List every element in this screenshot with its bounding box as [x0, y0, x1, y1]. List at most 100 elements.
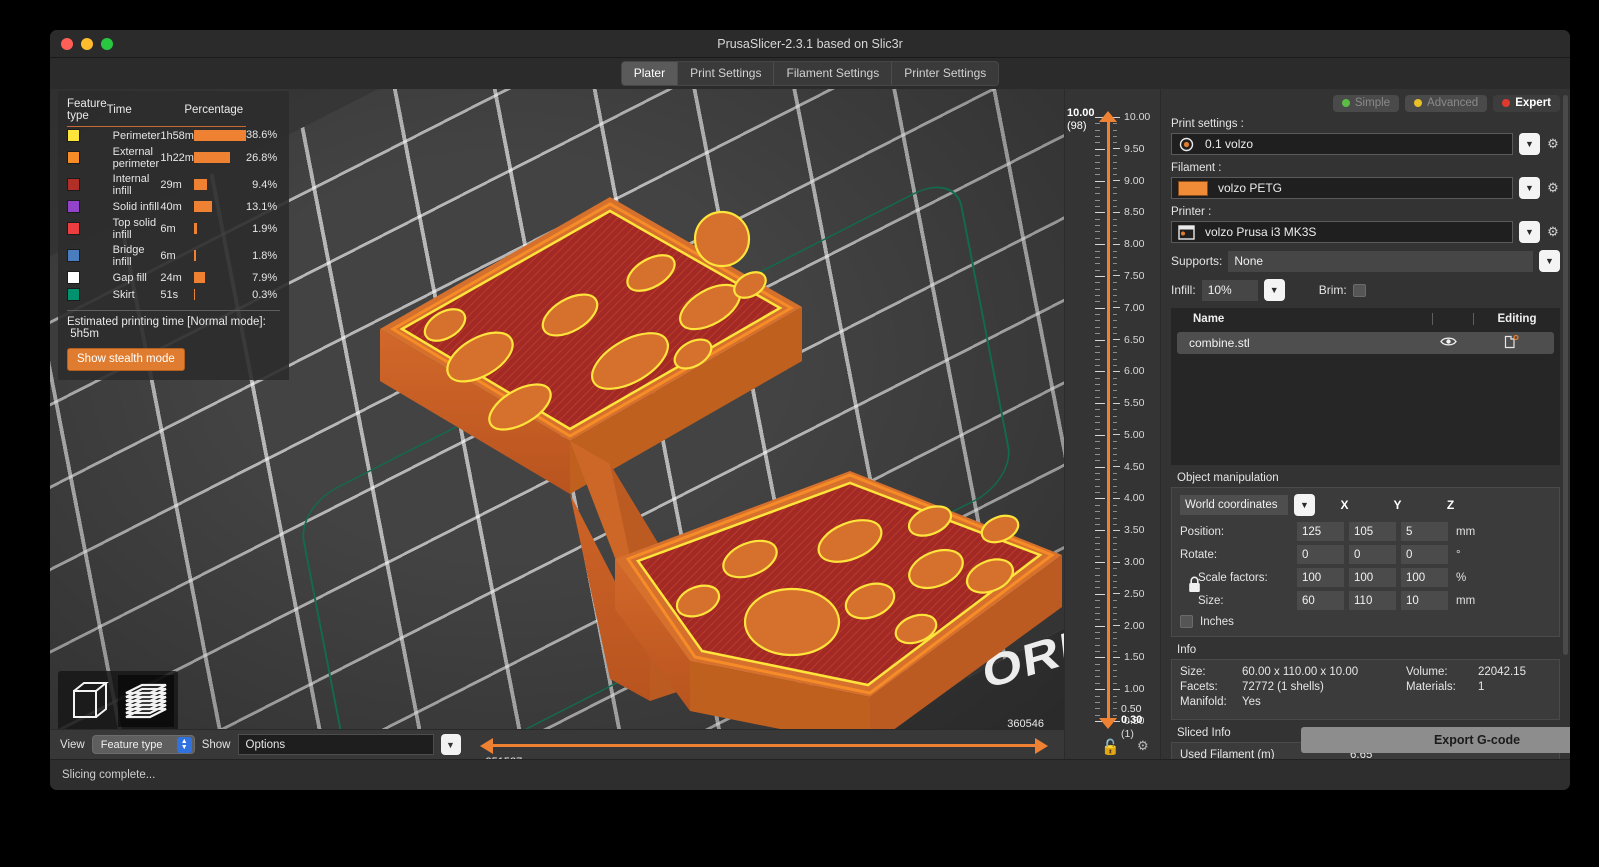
layer-slider-minor-tick	[1095, 256, 1100, 258]
scale-z-input[interactable]: 100	[1401, 568, 1448, 587]
layer-slider-minor-tick-right	[1113, 631, 1117, 633]
layer-slider-major-tick	[1095, 593, 1105, 595]
info-manifold-row: Manifold: Yes	[1180, 696, 1551, 708]
layer-slider-minor-tick-right	[1113, 473, 1117, 475]
scale-y-input[interactable]: 100	[1349, 568, 1396, 587]
legend-feature-time: 51s	[160, 288, 179, 301]
mode-advanced-button[interactable]: Advanced	[1405, 95, 1488, 112]
view-mode-toolbar[interactable]	[58, 671, 178, 731]
layer-slider-minor-tick	[1095, 231, 1100, 233]
window-controls[interactable]	[50, 37, 113, 50]
layer-slider-upper-handle[interactable]	[1099, 111, 1117, 122]
filament-select[interactable]: volzo PETG	[1171, 177, 1513, 199]
layer-tick-dash	[1113, 402, 1120, 404]
print-settings-dropdown-button[interactable]: ▼	[1519, 133, 1540, 155]
layer-slider-bottom-value: 0.30	[1121, 714, 1143, 726]
brim-checkbox[interactable]	[1352, 283, 1366, 297]
legend-swatch-cell	[67, 171, 107, 198]
layer-slider-minor-tick-right	[1113, 701, 1117, 703]
object-list-header-name: Name	[1193, 312, 1225, 325]
minimize-window-button[interactable]	[81, 37, 93, 50]
rotate-z-input[interactable]: 0	[1401, 545, 1448, 564]
size-z-input[interactable]: 10	[1401, 591, 1448, 610]
layer-slider-major-tick	[1095, 244, 1105, 246]
printer-label: Printer :	[1171, 206, 1212, 218]
position-x-input[interactable]: 125	[1297, 522, 1344, 541]
layer-slider-tick: 8.50	[1113, 206, 1144, 218]
infill-select[interactable]: 10%	[1201, 279, 1258, 301]
rotate-x-input[interactable]: 0	[1297, 545, 1344, 564]
layer-slider-minor-tick	[1095, 708, 1100, 710]
coordinate-system-dropdown-button[interactable]: ▼	[1294, 494, 1315, 516]
layer-slider-minor-tick	[1095, 206, 1100, 207]
object-list-row[interactable]: combine.stl	[1177, 332, 1554, 354]
supports-dropdown-button[interactable]: ▼	[1539, 250, 1560, 272]
info-size-row: Size: 60.00 x 110.00 x 10.00 Volume: 220…	[1180, 666, 1551, 678]
filament-gear-icon[interactable]: ⚙	[1546, 180, 1560, 196]
tab-filament-settings[interactable]: Filament Settings	[774, 62, 893, 85]
print-settings-value: 0.1 volzo	[1205, 137, 1254, 151]
object-manipulation-title: Object manipulation	[1177, 472, 1279, 484]
estimated-time-label: Estimated printing time [Normal mode]:	[67, 316, 266, 328]
tab-plater[interactable]: Plater	[621, 62, 679, 85]
export-gcode-button[interactable]: Export G-code	[1301, 727, 1570, 753]
printer-dropdown-button[interactable]: ▼	[1519, 221, 1540, 243]
chevron-updown-icon[interactable]: ▲ ▼	[176, 736, 192, 753]
layer-slider-tick: 6.50	[1113, 334, 1144, 346]
layer-slider-minor-tick-right	[1113, 218, 1117, 220]
object-list[interactable]: combine.stl	[1171, 329, 1560, 465]
layer-slider-rail[interactable]	[1107, 117, 1110, 721]
lock-closed-icon[interactable]	[1188, 576, 1201, 598]
layer-slider-tick: 5.00	[1113, 429, 1144, 441]
gcode-slider-right-handle[interactable]	[1035, 737, 1048, 754]
layer-tick-dash	[1113, 180, 1120, 182]
layer-slider-minor-tick	[1095, 682, 1100, 684]
layers-edit-icon[interactable]	[1468, 334, 1554, 352]
show-dropdown-button[interactable]: ▼	[440, 734, 461, 755]
size-y-input[interactable]: 110	[1349, 591, 1396, 610]
maximize-window-button[interactable]	[101, 37, 113, 50]
coordinate-system-select[interactable]: World coordinates	[1180, 495, 1288, 515]
show-label: Show	[201, 738, 231, 751]
filament-dropdown-button[interactable]: ▼	[1519, 177, 1540, 199]
print-settings-gear-icon[interactable]: ⚙	[1546, 136, 1560, 152]
mode-switcher[interactable]: Simple Advanced Expert	[1171, 95, 1560, 112]
printer-select[interactable]: volzo Prusa i3 MK3S	[1171, 221, 1513, 243]
gear-icon[interactable]: ⚙	[1137, 738, 1149, 754]
size-x-input[interactable]: 60	[1297, 591, 1344, 610]
mode-simple-button[interactable]: Simple	[1332, 95, 1400, 112]
3d-editor-view-icon[interactable]	[62, 675, 118, 727]
gcode-move-slider[interactable]: 351527 360546	[479, 718, 1048, 759]
tab-printer-settings[interactable]: Printer Settings	[892, 62, 998, 85]
inches-checkbox[interactable]	[1180, 615, 1193, 628]
layer-slider-major-tick	[1095, 434, 1105, 436]
show-select[interactable]: Options	[237, 734, 434, 755]
3d-viewport[interactable]: ORIGIN Feature type Time Percentage Peri…	[50, 89, 1064, 759]
estimated-time-row: Estimated printing time [Normal mode]: 5…	[67, 316, 280, 340]
axis-header-z: Z	[1446, 498, 1455, 512]
infill-dropdown-button[interactable]: ▼	[1263, 279, 1285, 301]
close-window-button[interactable]	[61, 37, 73, 50]
gcode-slider-left-handle[interactable]	[479, 737, 493, 754]
mode-expert-button[interactable]: Expert	[1493, 95, 1560, 112]
layer-slider-lower-handle[interactable]	[1099, 718, 1117, 729]
preview-layers-icon[interactable]	[118, 675, 174, 727]
position-y-input[interactable]: 105	[1349, 522, 1396, 541]
view-select[interactable]: Feature type ▲ ▼	[91, 735, 195, 754]
tab-print-settings[interactable]: Print Settings	[678, 62, 775, 85]
printer-gear-icon[interactable]: ⚙	[1546, 224, 1560, 240]
eye-icon[interactable]	[1428, 336, 1468, 350]
scale-x-input[interactable]: 100	[1297, 568, 1344, 587]
print-settings-select[interactable]: 0.1 volzo	[1171, 133, 1513, 155]
rotate-y-input[interactable]: 0	[1349, 545, 1396, 564]
gcode-slider-track[interactable]	[489, 743, 1038, 747]
layer-slider-minor-tick	[1095, 638, 1100, 640]
position-z-input[interactable]: 5	[1401, 522, 1448, 541]
show-stealth-mode-button[interactable]: Show stealth mode	[67, 348, 185, 371]
sidebar-scrollbar[interactable]	[1563, 95, 1568, 655]
position-label: Position:	[1180, 525, 1225, 538]
legend-feature-name: Internal infill	[112, 172, 150, 197]
supports-select[interactable]: None	[1228, 250, 1533, 272]
lock-open-icon[interactable]: 🔓	[1101, 740, 1120, 755]
layer-slider[interactable]: 10.00 (98) 10.00 9.50 9.00 8.50 8.00 7.50 7.00…	[1064, 89, 1160, 759]
